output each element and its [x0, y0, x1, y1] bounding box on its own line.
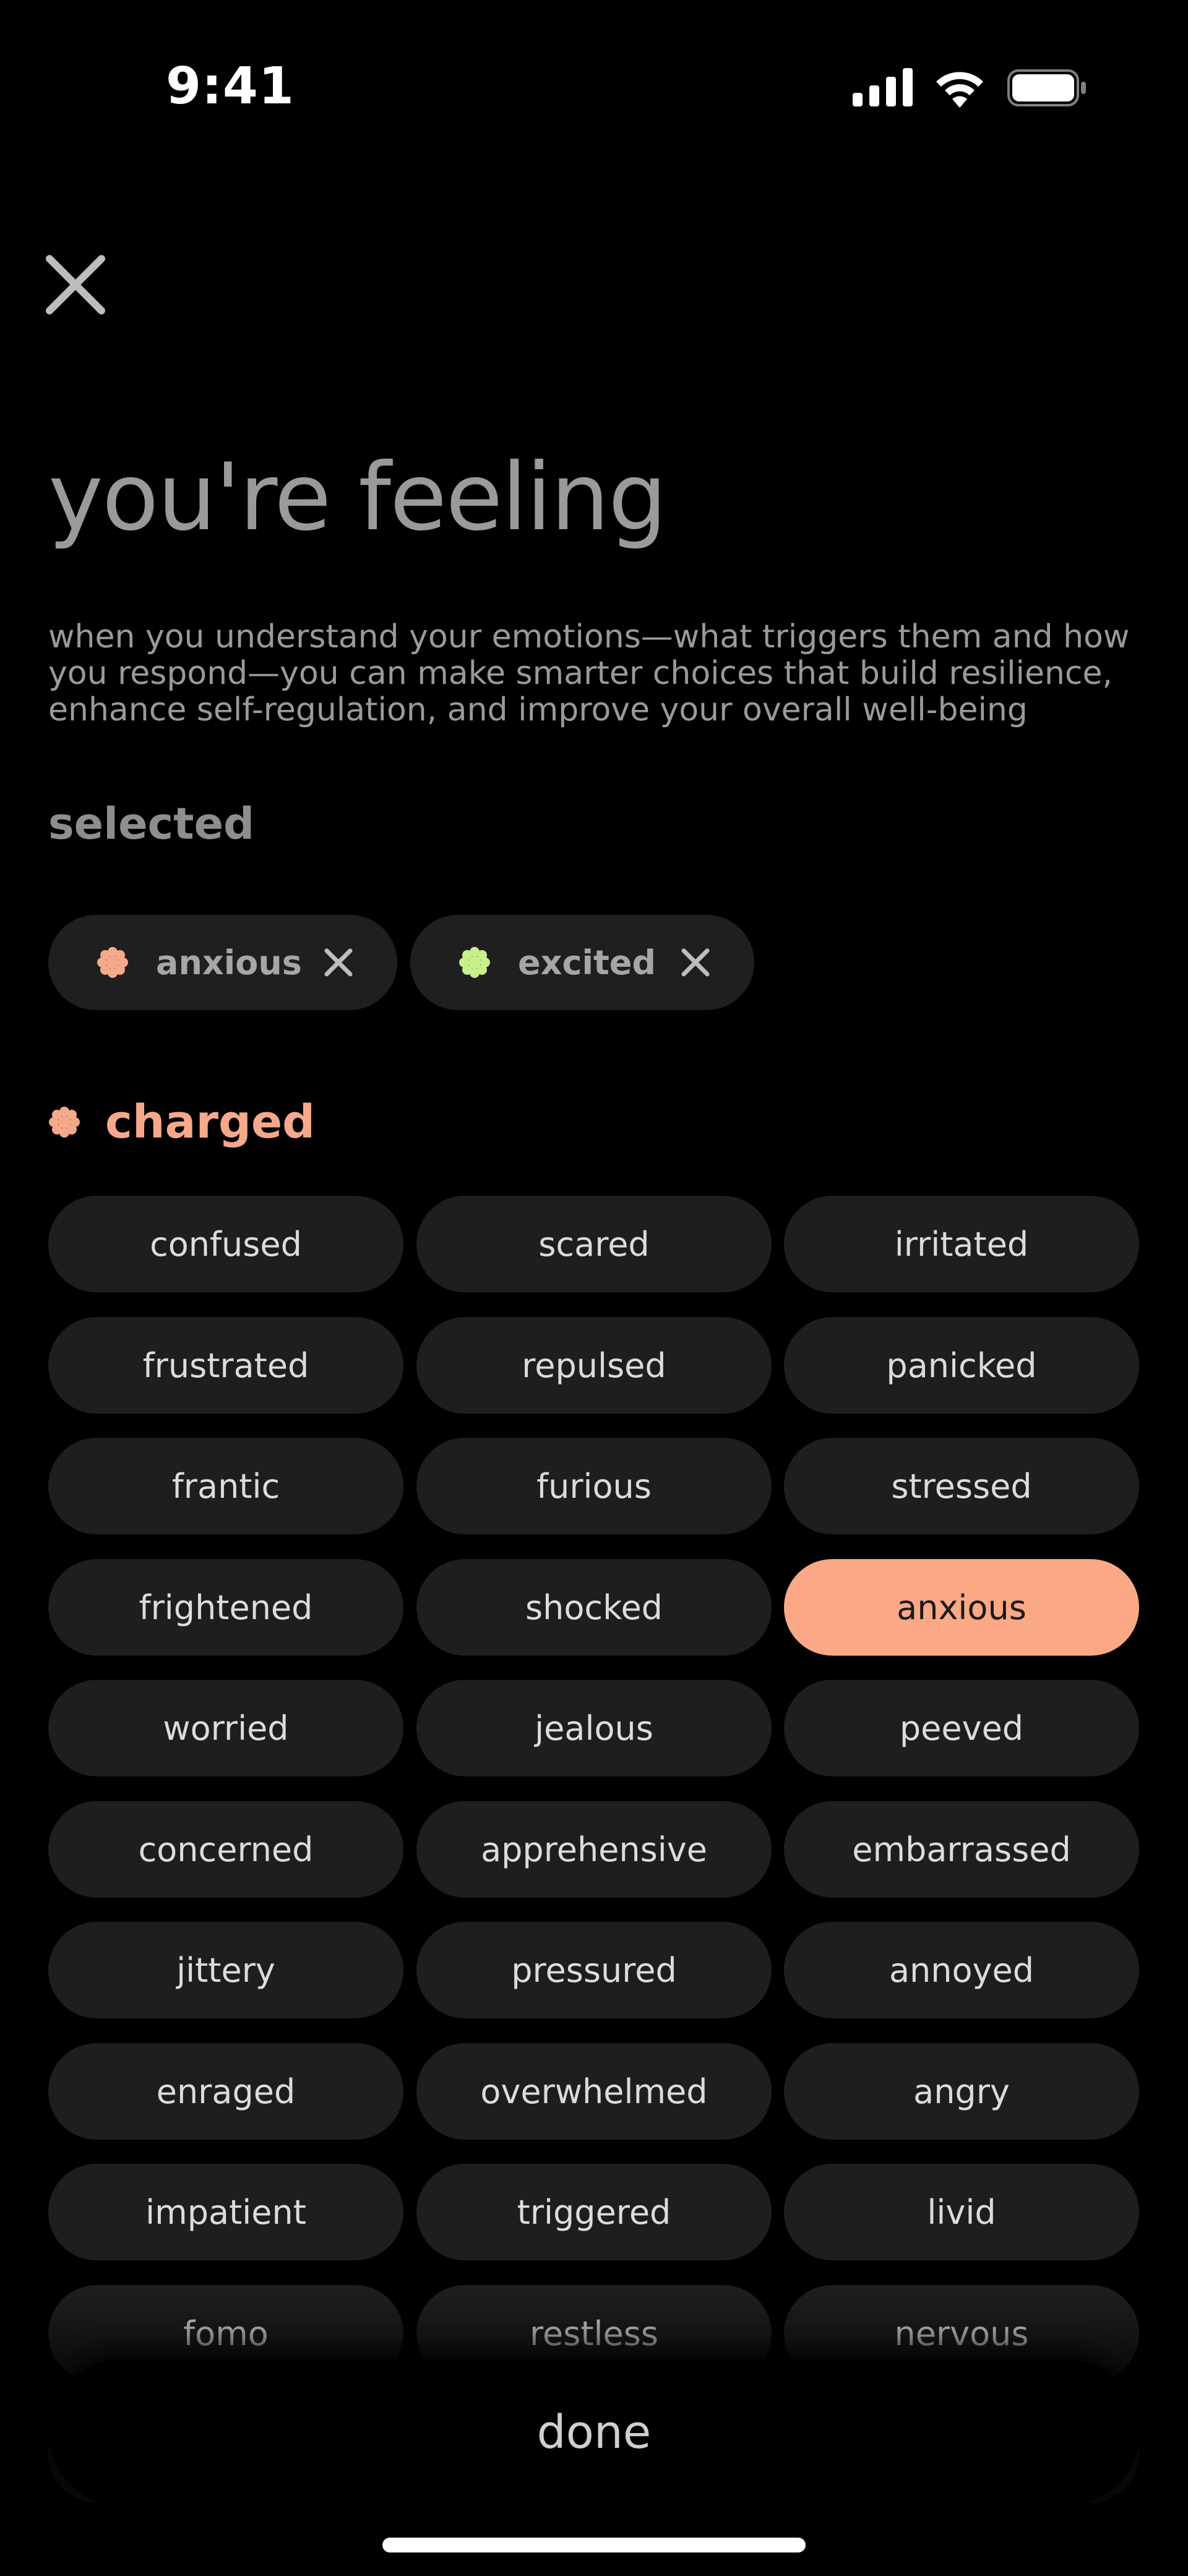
- selected-chip-excited[interactable]: excited: [410, 915, 754, 1010]
- emotion-pill-furious[interactable]: furious: [416, 1438, 772, 1534]
- cellular-signal-icon: [853, 68, 913, 106]
- emotion-pill-impatient[interactable]: impatient: [48, 2164, 403, 2260]
- status-bar: 9:41: [0, 0, 1188, 173]
- home-indicator: [382, 2538, 806, 2552]
- remove-chip-icon[interactable]: [323, 947, 354, 978]
- emotion-pill-embarrassed[interactable]: embarrassed: [784, 1801, 1139, 1898]
- emotion-pill-jittery[interactable]: jittery: [48, 1922, 403, 2018]
- emotion-pill-confused[interactable]: confused: [48, 1196, 403, 1292]
- close-icon[interactable]: [43, 253, 108, 317]
- emotion-pill-apprehensive[interactable]: apprehensive: [416, 1801, 772, 1898]
- page-title: you're feeling: [48, 444, 667, 551]
- emotion-pill-stressed[interactable]: stressed: [784, 1438, 1139, 1534]
- done-button[interactable]: done: [48, 2359, 1140, 2505]
- emotion-pill-worried[interactable]: worried: [48, 1680, 403, 1776]
- emotion-pill-triggered[interactable]: triggered: [416, 2164, 772, 2260]
- flower-icon: [97, 947, 128, 978]
- flower-icon: [49, 1107, 80, 1138]
- remove-chip-icon[interactable]: [680, 947, 711, 978]
- emotion-pill-pressured[interactable]: pressured: [416, 1922, 772, 2018]
- category-heading: charged: [48, 1096, 315, 1149]
- emotion-pill-overwhelmed[interactable]: overwhelmed: [416, 2043, 772, 2140]
- emotion-pill-enraged[interactable]: enraged: [48, 2043, 403, 2140]
- emotion-pill-frustrated[interactable]: frustrated: [48, 1317, 403, 1414]
- chip-label: excited: [518, 943, 656, 982]
- category-label: charged: [105, 1096, 316, 1149]
- selected-chip-anxious[interactable]: anxious: [48, 915, 397, 1010]
- emotion-pill-jealous[interactable]: jealous: [416, 1680, 772, 1776]
- selected-heading: selected: [48, 798, 255, 849]
- flower-icon: [459, 947, 490, 978]
- emotion-pill-peeved[interactable]: peeved: [784, 1680, 1139, 1776]
- emotion-pill-frantic[interactable]: frantic: [48, 1438, 403, 1534]
- page-description: when you understand your emotions—what t…: [48, 618, 1130, 728]
- status-time: 9:41: [166, 57, 295, 116]
- chip-label: anxious: [156, 943, 302, 982]
- emotion-pill-livid[interactable]: livid: [784, 2164, 1139, 2260]
- battery-icon: [1007, 69, 1086, 106]
- emotion-pill-shocked[interactable]: shocked: [416, 1559, 772, 1656]
- wifi-icon: [936, 72, 983, 108]
- emotion-pill-irritated[interactable]: irritated: [784, 1196, 1139, 1292]
- emotion-pill-frightened[interactable]: frightened: [48, 1559, 403, 1656]
- emotion-pill-scared[interactable]: scared: [416, 1196, 772, 1292]
- emotion-pill-annoyed[interactable]: annoyed: [784, 1922, 1139, 2018]
- emotion-pill-concerned[interactable]: concerned: [48, 1801, 403, 1898]
- emotion-pill-repulsed[interactable]: repulsed: [416, 1317, 772, 1414]
- emotion-pill-anxious[interactable]: anxious: [784, 1559, 1139, 1656]
- emotion-pill-panicked[interactable]: panicked: [784, 1317, 1139, 1414]
- emotion-pill-angry[interactable]: angry: [784, 2043, 1139, 2140]
